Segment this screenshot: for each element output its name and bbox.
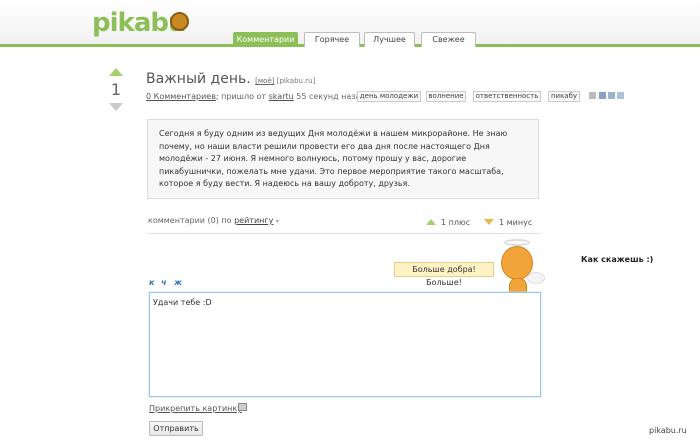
divider [147,233,541,234]
tab-comments[interactable]: Комментарии [233,32,298,47]
italic-button[interactable]: к [149,278,154,287]
comments-sort: комментарии (0) по рейтингу ▾ [148,216,279,225]
comments-count: комментарии (0) по [148,216,232,225]
halo-icon [504,239,530,246]
image-icon[interactable] [238,403,247,411]
minus-icon[interactable] [484,219,494,225]
cookie-icon [170,12,189,31]
post-body: Сегодня я буду одним из ведущих Дня моло… [147,119,539,199]
wing-icon [527,272,545,284]
bold-button[interactable]: ж [174,278,182,287]
vote-down-icon[interactable] [109,103,123,111]
twitter-icon[interactable] [617,92,624,99]
tab-hot[interactable]: Горячее [304,32,360,47]
vote-up-icon[interactable] [109,68,123,76]
tag[interactable]: волнение [426,91,466,102]
post-time: 55 секунд назад [296,92,366,101]
post-title[interactable]: Важный день. [146,71,251,87]
strike-button[interactable]: ч [161,278,167,287]
mine-link[interactable]: [моё] [255,77,274,85]
vk-icon[interactable] [608,92,615,99]
comment-textarea[interactable]: Удачи тебе :D [149,292,541,397]
mascot-speech-bubble: Больше добра! Больше! [394,262,494,287]
comments-link[interactable]: 0 Комментариев [146,92,216,101]
site-header: pikabu Комментарии Горячее Лучшее Свежее [0,0,700,47]
send-button[interactable]: Отправить [149,421,203,436]
tab-best[interactable]: Лучшее [364,32,415,47]
plus-count: 1 плюс [441,218,471,227]
tag[interactable]: ответственность [473,91,541,102]
post-rating: 1 [110,80,122,99]
tag[interactable]: пикабу [548,91,580,102]
attach-image-link[interactable]: Прикрепить картинку [149,404,242,413]
source-label: [pikabu.ru] [276,77,316,85]
plus-icon[interactable] [426,219,436,225]
save-icon[interactable] [589,92,596,99]
post-meta: 0 Комментариев; пришло от skartu 55 секу… [146,92,366,101]
facebook-icon[interactable] [599,92,606,99]
tag[interactable]: день молодежи [357,91,421,102]
tab-fresh[interactable]: Свежее [421,32,476,47]
sort-dropdown[interactable]: рейтингу [234,216,273,225]
watermark: pikabu.ru [649,426,687,435]
author-link[interactable]: skartu [269,92,294,101]
meta-text: ; пришло от [215,92,267,101]
caption-text: Как скажешь :) [581,255,654,264]
post-title-row: Важный день. [моё] [pikabu.ru] [146,71,315,87]
minus-count: 1 минус [499,218,533,227]
